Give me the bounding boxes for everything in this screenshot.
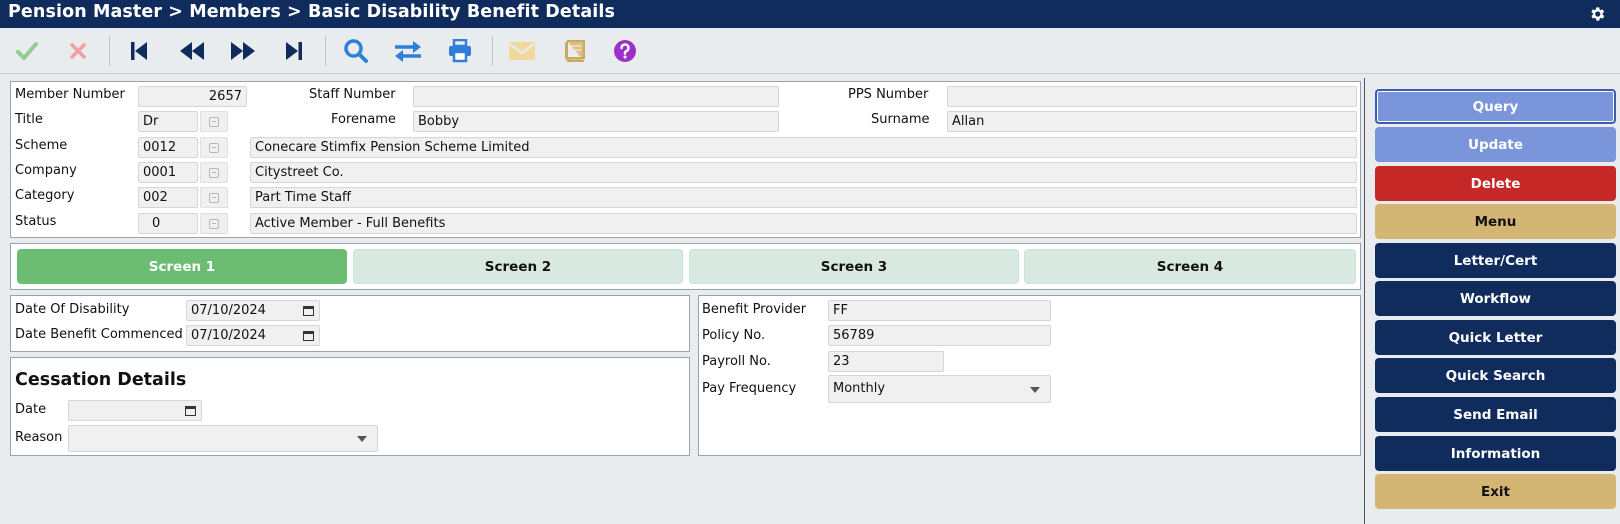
cessation-reason-label: Reason: [15, 430, 63, 445]
scheme-code-field[interactable]: 0012: [138, 137, 198, 158]
previous-record-icon[interactable]: [177, 37, 207, 65]
title-label: Title: [15, 112, 43, 127]
tab-screen-3[interactable]: Screen 3: [689, 249, 1019, 284]
member-number-label: Member Number: [15, 87, 125, 102]
date-benefit-commenced-label: Date Benefit Commenced: [15, 327, 183, 342]
status-label: Status: [15, 214, 57, 229]
tab-screen-2[interactable]: Screen 2: [353, 249, 683, 284]
status-lookup-icon[interactable]: [200, 213, 228, 234]
query-button[interactable]: Query: [1375, 89, 1616, 124]
scheme-lookup-icon[interactable]: [200, 137, 228, 158]
letter-cert-button[interactable]: Letter/Cert: [1375, 243, 1616, 278]
company-label: Company: [15, 163, 77, 178]
menu-button[interactable]: Menu: [1375, 204, 1616, 239]
company-code-field[interactable]: 0001: [138, 162, 198, 183]
scheme-name-field: Conecare Stimfix Pension Scheme Limited: [250, 137, 1357, 158]
payroll-number-field[interactable]: 23: [828, 351, 944, 372]
chevron-down-icon: [1030, 387, 1040, 393]
workflow-button[interactable]: Workflow: [1375, 281, 1616, 316]
benefit-provider-label: Benefit Provider: [702, 302, 807, 317]
date-benefit-commenced-field[interactable]: 07/10/2024: [186, 325, 320, 346]
toolbar: [0, 28, 1620, 74]
send-email-button[interactable]: Send Email: [1375, 397, 1616, 432]
cessation-reason-select[interactable]: [68, 425, 378, 452]
forename-field[interactable]: Bobby: [413, 111, 779, 132]
payroll-number-label: Payroll No.: [702, 354, 771, 369]
pps-number-field[interactable]: [947, 86, 1357, 107]
breadcrumb: Pension Master > Members > Basic Disabil…: [8, 2, 615, 22]
toolbar-separator: [109, 36, 110, 66]
first-record-icon[interactable]: [124, 37, 154, 65]
swap-icon[interactable]: [393, 37, 423, 65]
category-label: Category: [15, 188, 75, 203]
company-lookup-icon[interactable]: [200, 162, 228, 183]
surname-label: Surname: [871, 112, 930, 127]
quick-search-button[interactable]: Quick Search: [1375, 358, 1616, 393]
category-code-field[interactable]: 002: [138, 187, 198, 208]
information-button[interactable]: Information: [1375, 436, 1616, 471]
date-benefit-commenced-value: 07/10/2024: [191, 328, 266, 343]
cessation-date-label: Date: [15, 402, 47, 417]
pay-frequency-select[interactable]: Monthly: [828, 375, 1051, 403]
title-bar: Pension Master > Members > Basic Disabil…: [0, 0, 1620, 28]
cessation-date-field[interactable]: [68, 400, 202, 421]
staff-number-field[interactable]: [413, 86, 779, 107]
toolbar-separator: [492, 36, 493, 66]
policy-number-label: Policy No.: [702, 328, 766, 343]
benefit-provider-field[interactable]: FF: [828, 300, 1051, 321]
pay-frequency-value: Monthly: [833, 381, 886, 396]
calendar-icon[interactable]: [303, 330, 314, 341]
tab-screen-4[interactable]: Screen 4: [1024, 249, 1356, 284]
staff-number-label: Staff Number: [309, 87, 396, 102]
gear-icon[interactable]: [1588, 5, 1606, 23]
update-button[interactable]: Update: [1375, 127, 1616, 162]
help-icon[interactable]: [610, 37, 640, 65]
check-icon[interactable]: [12, 37, 42, 65]
next-record-icon[interactable]: [228, 37, 258, 65]
tab-screen-1[interactable]: Screen 1: [17, 249, 347, 284]
cessation-heading: Cessation Details: [15, 370, 187, 390]
date-of-disability-label: Date Of Disability: [15, 302, 130, 317]
toolbar-separator: [325, 36, 326, 66]
book-icon[interactable]: [559, 37, 589, 65]
company-name-field: Citystreet Co.: [250, 162, 1357, 183]
chevron-down-icon: [357, 436, 367, 442]
scheme-label: Scheme: [15, 138, 68, 153]
policy-number-field[interactable]: 56789: [828, 325, 1051, 346]
close-icon[interactable]: [63, 37, 93, 65]
pay-frequency-label: Pay Frequency: [702, 381, 797, 396]
status-code-field[interactable]: 0: [138, 213, 198, 234]
search-icon[interactable]: [341, 37, 371, 65]
last-record-icon[interactable]: [279, 37, 309, 65]
delete-button[interactable]: Delete: [1375, 166, 1616, 201]
title-lookup-icon[interactable]: [200, 111, 228, 132]
calendar-icon[interactable]: [185, 405, 196, 416]
status-name-field: Active Member - Full Benefits: [250, 213, 1357, 234]
category-name-field: Part Time Staff: [250, 187, 1357, 208]
calendar-icon[interactable]: [303, 305, 314, 316]
pps-number-label: PPS Number: [848, 87, 929, 102]
category-lookup-icon[interactable]: [200, 187, 228, 208]
member-number-field[interactable]: 2657: [138, 86, 247, 107]
date-of-disability-field[interactable]: 07/10/2024: [186, 300, 320, 321]
quick-letter-button[interactable]: Quick Letter: [1375, 320, 1616, 355]
forename-label: Forename: [331, 112, 396, 127]
surname-field[interactable]: Allan: [947, 111, 1357, 132]
date-of-disability-value: 07/10/2024: [191, 303, 266, 318]
envelope-icon[interactable]: [507, 37, 537, 65]
title-field[interactable]: Dr: [138, 111, 198, 132]
exit-button[interactable]: Exit: [1375, 474, 1616, 509]
print-icon[interactable]: [445, 37, 475, 65]
